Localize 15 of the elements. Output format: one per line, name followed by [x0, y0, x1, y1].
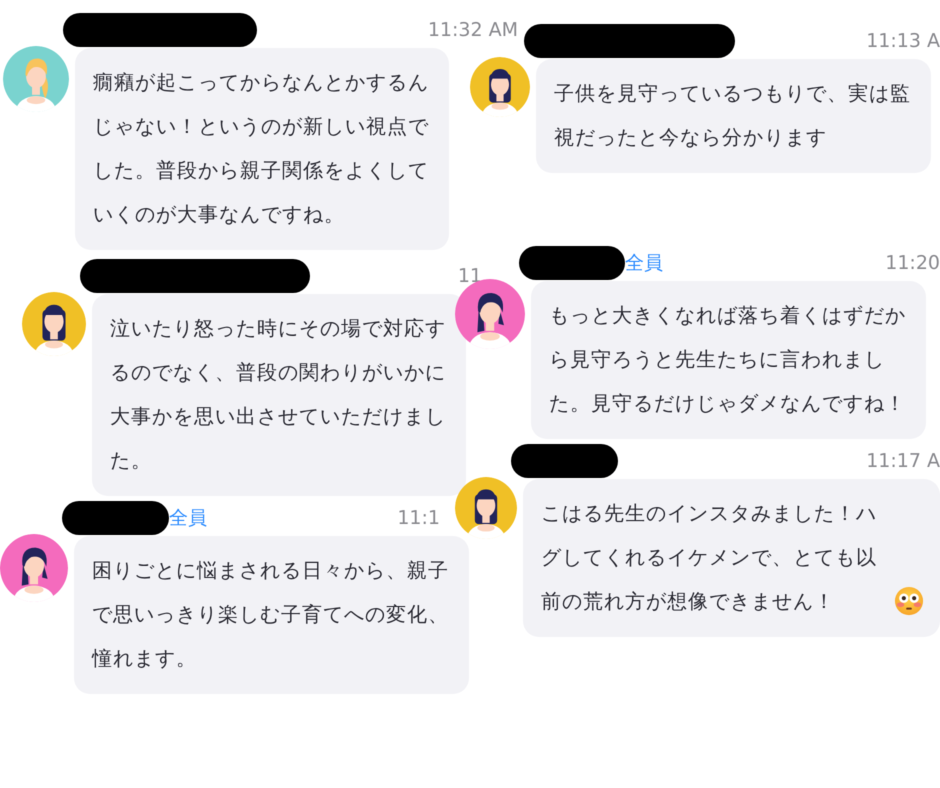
timestamp: 11:1: [397, 507, 440, 529]
message-text: こはる先生のインスタみました！ハグしてくれるイケメンで、とても以前の荒れ方が想像できません！: [541, 500, 878, 615]
timestamp: 11:32 AM: [428, 19, 518, 41]
recipient-label: 全員: [169, 507, 207, 529]
message-text: 子供を見守っているつもりで、実は監視だったと今なら分かります: [554, 80, 912, 151]
timestamp: 11: [458, 265, 482, 287]
message-text: 困りごとに悩まされる日々から、親子で思いっきり楽しむ子育てへの変化、憧れます。: [92, 557, 450, 672]
message-text: 泣いたり怒った時にその場で対応するのでなく、普段の関わりがいかに大事かを思い出させていただけました。: [110, 315, 447, 474]
timestamp: 11:13 A: [866, 30, 940, 52]
timestamp: 11:20: [885, 252, 940, 274]
timestamp: 11:17 A: [866, 450, 940, 472]
flushed-face-icon: [894, 586, 924, 616]
message-text: 癇癪が起こってからなんとかするんじゃない！というのが新しい視点でした。普段から親子関係をよくしていくのが大事なんですね。: [93, 69, 430, 228]
recipient-label: 全員: [625, 252, 663, 274]
message-text: もっと大きくなれば落ち着くはずだから見守ろうと先生たちに言われました。見守るだけじゃダメなんですね！: [549, 302, 907, 417]
